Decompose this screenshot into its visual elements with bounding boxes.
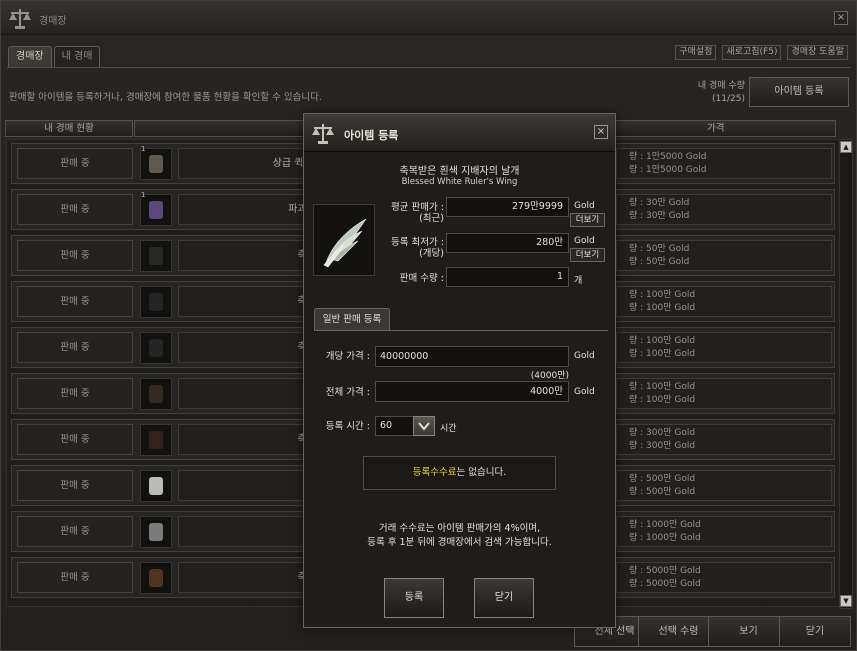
trade-notice-line2: 등록 후 1분 뒤에 경매장에서 검색 가능합니다. bbox=[367, 537, 552, 548]
tab-normal-sale[interactable]: 일반 판매 등록 bbox=[314, 308, 390, 331]
avg-price-label-sub: (최근) bbox=[419, 213, 444, 224]
dialog-title: 아이템 등록 bbox=[344, 129, 399, 142]
chevron-down-icon[interactable] bbox=[413, 416, 435, 436]
reg-time-label: 등록 시간 : bbox=[325, 421, 370, 432]
scales-icon bbox=[312, 124, 334, 144]
avg-price-field: 279만9999 bbox=[446, 197, 569, 217]
min-price-label-text: 등록 최저가 : bbox=[391, 237, 444, 248]
reg-time-unit: 시간 bbox=[440, 424, 457, 434]
min-price-more-button[interactable]: 더보기 bbox=[570, 248, 605, 262]
qty-label: 판매 수량 : bbox=[399, 273, 444, 284]
item-name: 축복받은 흰색 지배자의 날개 bbox=[399, 166, 520, 177]
item-register-dialog: 아이템 등록 × 축복받은 흰색 지배자의 날개 Blessed White R… bbox=[303, 113, 616, 628]
min-price-label: 등록 최저가 : (개당) bbox=[380, 237, 444, 259]
register-confirm-button[interactable]: 등록 bbox=[384, 578, 444, 618]
item-wing-icon bbox=[313, 204, 375, 276]
fee-label-rest: 는 없습니다. bbox=[456, 467, 507, 478]
fee-notice: 등록수수료는 없습니다. bbox=[363, 456, 556, 490]
avg-price-label-text: 평균 판매가 : bbox=[391, 202, 444, 213]
dialog-close-icon[interactable]: × bbox=[594, 125, 608, 139]
avg-price-more-button[interactable]: 더보기 bbox=[570, 213, 605, 227]
unit-price-unit: Gold bbox=[574, 351, 595, 361]
unit-price-input[interactable]: 40000000 bbox=[375, 346, 569, 367]
avg-price-unit: Gold bbox=[574, 201, 595, 211]
trade-notice-line1: 거래 수수료는 아이템 판매가의 4%이며, bbox=[378, 523, 541, 534]
qty-unit: 개 bbox=[574, 276, 583, 286]
unit-price-hint: (4000만) bbox=[530, 371, 569, 381]
avg-price-label: 평균 판매가 : (최근) bbox=[380, 202, 444, 224]
total-price-label: 전체 가격 : bbox=[325, 387, 370, 398]
min-price-unit: Gold bbox=[574, 236, 595, 246]
unit-price-label: 개당 가격 : bbox=[325, 351, 370, 362]
min-price-field: 280만 bbox=[446, 233, 569, 253]
trade-notice: 거래 수수료는 아이템 판매가의 4%이며, 등록 후 1분 뒤에 경매장에서 … bbox=[304, 522, 615, 550]
total-price-unit: Gold bbox=[574, 387, 595, 397]
fee-label-highlight: 등록수수료 bbox=[412, 467, 457, 478]
dialog-close-button[interactable]: 닫기 bbox=[474, 578, 534, 618]
qty-field[interactable]: 1 bbox=[446, 267, 569, 287]
sub-tab-divider bbox=[314, 330, 608, 331]
item-name-english: Blessed White Ruler's Wing bbox=[401, 177, 518, 187]
total-price-field: 4000만 bbox=[375, 381, 569, 402]
min-price-label-sub: (개당) bbox=[419, 248, 444, 259]
dialog-titlebar: 아이템 등록 × bbox=[304, 114, 615, 152]
